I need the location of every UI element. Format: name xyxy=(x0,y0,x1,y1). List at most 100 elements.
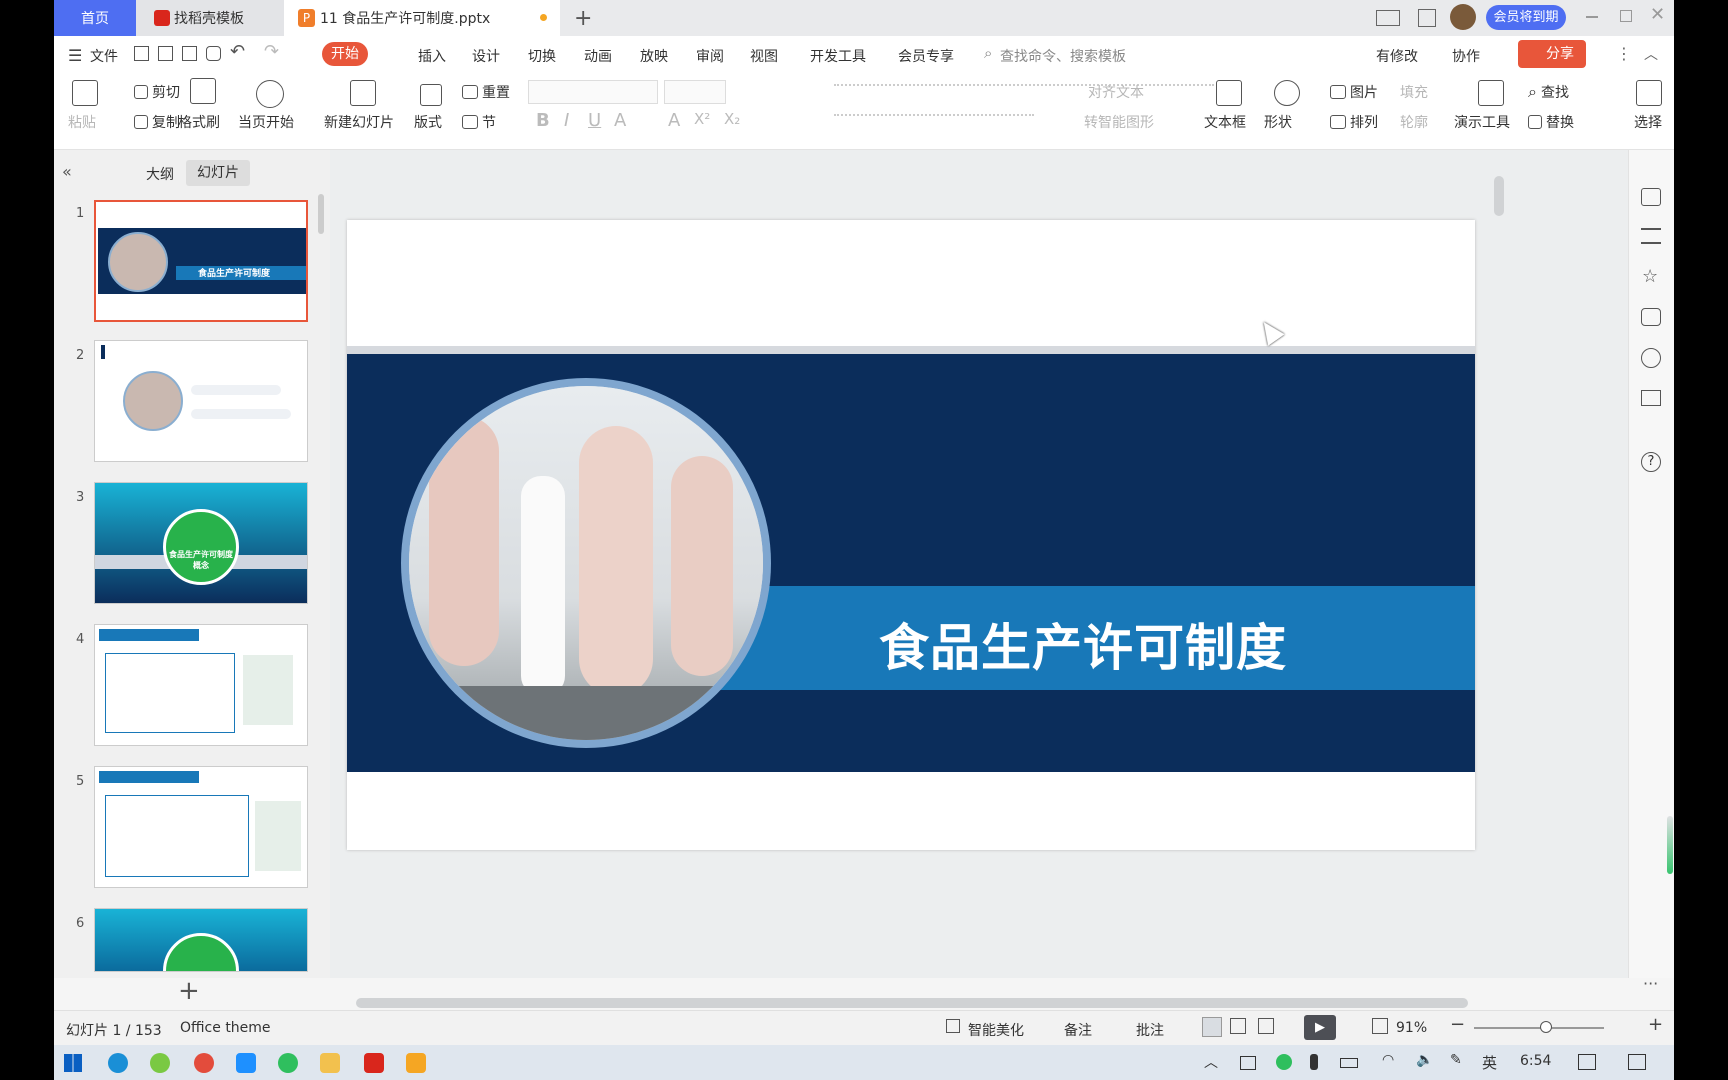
find-button[interactable]: ⌕ 查找 xyxy=(1528,82,1569,102)
sorter-view-icon[interactable] xyxy=(1230,1018,1246,1034)
horizontal-scrollbar[interactable] xyxy=(356,998,1468,1008)
menu-animation[interactable]: 动画 xyxy=(584,46,612,66)
bold-icon[interactable]: B xyxy=(536,110,550,131)
menu-insert[interactable]: 插入 xyxy=(418,46,446,66)
outline-button[interactable]: 轮廓 xyxy=(1400,112,1428,132)
notification-icon[interactable] xyxy=(1628,1054,1646,1070)
tab-outline[interactable]: 大纲 xyxy=(146,164,174,184)
tab-document[interactable]: P 11 食品生产许可制度.pptx xyxy=(284,0,560,36)
star-icon[interactable]: ☆ xyxy=(1642,266,1658,287)
cut-button[interactable]: 剪切 xyxy=(134,82,180,102)
windows-start-icon[interactable] xyxy=(64,1054,82,1072)
reading-view-icon[interactable] xyxy=(1258,1018,1274,1034)
presentation-app-icon[interactable] xyxy=(406,1053,426,1073)
layout-button[interactable]: 版式 xyxy=(414,112,442,132)
book-icon[interactable] xyxy=(1641,390,1661,406)
edge-icon[interactable] xyxy=(108,1053,128,1073)
tray-app-icon[interactable] xyxy=(1276,1054,1292,1070)
menu-design[interactable]: 设计 xyxy=(472,46,500,66)
pen-icon[interactable]: ✎ xyxy=(1450,1052,1462,1068)
preview-icon[interactable] xyxy=(206,46,221,61)
comment-button[interactable]: 批注 xyxy=(1136,1020,1164,1040)
menu-developer[interactable]: 开发工具 xyxy=(810,46,866,66)
shape-button[interactable]: 形状 xyxy=(1264,112,1292,132)
underline-icon[interactable]: U xyxy=(588,110,601,131)
textbox-button[interactable]: 文本框 xyxy=(1204,112,1246,132)
wps-icon[interactable] xyxy=(364,1053,384,1073)
menu-transition[interactable]: 切换 xyxy=(528,46,556,66)
zoom-out-icon[interactable]: − xyxy=(1450,1014,1465,1035)
play-slideshow-button[interactable]: ▶ xyxy=(1304,1015,1336,1040)
menu-review[interactable]: 审阅 xyxy=(696,46,724,66)
volume-icon[interactable]: 🔈 xyxy=(1416,1052,1433,1068)
slide-thumbnail-6[interactable] xyxy=(94,908,308,972)
close-icon[interactable]: ✕ xyxy=(1650,4,1665,25)
explorer-icon[interactable] xyxy=(320,1053,340,1073)
redo-icon[interactable]: ↷ xyxy=(264,41,279,62)
tray-network-icon[interactable] xyxy=(1240,1056,1256,1070)
battery-icon[interactable] xyxy=(1340,1058,1358,1068)
menu-slideshow[interactable]: 放映 xyxy=(640,46,668,66)
image-tool-icon[interactable] xyxy=(1641,308,1661,326)
save-icon[interactable] xyxy=(134,46,149,61)
copy-button[interactable]: 复制 xyxy=(134,112,180,132)
italic-icon[interactable]: I xyxy=(564,110,569,131)
beautify-button[interactable]: 智能美化 xyxy=(968,1020,1024,1040)
vertical-scrollbar[interactable] xyxy=(1494,176,1504,216)
slide-thumbnail-1[interactable]: 食品生产许可制度 xyxy=(94,200,308,322)
paste-button[interactable]: 粘贴 xyxy=(68,112,96,132)
slide-thumbnail-4[interactable] xyxy=(94,624,308,746)
tray-app2-icon[interactable] xyxy=(1578,1054,1596,1070)
subscript-icon[interactable]: X₂ xyxy=(724,110,740,128)
arrange-button[interactable]: 排列 xyxy=(1330,112,1378,132)
normal-view-icon[interactable] xyxy=(1202,1017,1222,1037)
slide-thumbnail-2[interactable] xyxy=(94,340,308,462)
font-family-select[interactable] xyxy=(528,80,658,104)
new-tab-icon[interactable]: + xyxy=(574,6,592,31)
format-painter-button[interactable]: 格式刷 xyxy=(178,112,220,132)
slide-switch-icon[interactable] xyxy=(1641,188,1661,206)
smart-art-button[interactable]: 转智能图形 xyxy=(1084,112,1154,132)
zoom-slider[interactable] xyxy=(1474,1027,1604,1029)
menu-file[interactable]: 文件 xyxy=(90,46,118,66)
more-options-icon[interactable]: ··· xyxy=(1643,974,1658,993)
menu-start[interactable]: 开始 xyxy=(322,42,368,66)
strikethrough-icon[interactable]: A xyxy=(614,110,626,131)
command-search[interactable]: 查找命令、搜索模板 xyxy=(1000,46,1126,66)
present-tools-button[interactable]: 演示工具 xyxy=(1454,112,1510,132)
zoom-level[interactable]: 91% xyxy=(1396,1020,1427,1036)
avatar[interactable] xyxy=(1450,4,1476,30)
ime-indicator[interactable]: 英 xyxy=(1482,1052,1497,1073)
hamburger-icon[interactable]: ☰ xyxy=(68,46,82,65)
theme-name[interactable]: Office theme xyxy=(180,1020,271,1036)
superscript-icon[interactable]: X² xyxy=(694,110,710,128)
collapse-panel-icon[interactable]: « xyxy=(62,162,72,181)
undo-icon[interactable]: ↶ xyxy=(230,41,245,62)
tray-mic-icon[interactable] xyxy=(1310,1054,1318,1070)
font-color-icon[interactable]: A xyxy=(668,110,680,131)
maximize-icon[interactable] xyxy=(1620,10,1632,22)
slide-title[interactable]: 食品生产许可制度 xyxy=(879,608,1287,680)
video-app-icon[interactable] xyxy=(236,1053,256,1073)
minimize-icon[interactable] xyxy=(1586,16,1598,18)
section-button[interactable]: 节 xyxy=(462,112,496,132)
menu-view[interactable]: 视图 xyxy=(750,46,778,66)
wechat-icon[interactable] xyxy=(278,1053,298,1073)
member-badge[interactable]: 会员将到期 xyxy=(1486,5,1566,30)
panel-scrollbar[interactable] xyxy=(318,194,324,234)
add-slide-icon[interactable]: + xyxy=(178,976,200,1006)
new-slide-button[interactable]: 新建幻灯片 xyxy=(324,112,394,132)
align-text-button[interactable]: 对齐文本 xyxy=(1088,82,1144,102)
collapse-ribbon-icon[interactable]: ︿ xyxy=(1644,44,1658,64)
play-current-button[interactable]: 当页开始 xyxy=(238,112,294,132)
slide-canvas[interactable]: 食品生产许可制度 xyxy=(347,220,1475,850)
print-icon[interactable] xyxy=(182,46,197,61)
reset-button[interactable]: 重置 xyxy=(462,82,510,102)
zoom-in-icon[interactable]: + xyxy=(1648,1014,1663,1035)
help-icon[interactable]: ? xyxy=(1641,452,1661,472)
notes-button[interactable]: 备注 xyxy=(1064,1020,1092,1040)
modified-status[interactable]: 有修改 xyxy=(1376,46,1418,66)
fill-button[interactable]: 填充 xyxy=(1400,82,1428,102)
replace-button[interactable]: 替换 xyxy=(1528,112,1574,132)
chrome-icon[interactable] xyxy=(194,1053,214,1073)
